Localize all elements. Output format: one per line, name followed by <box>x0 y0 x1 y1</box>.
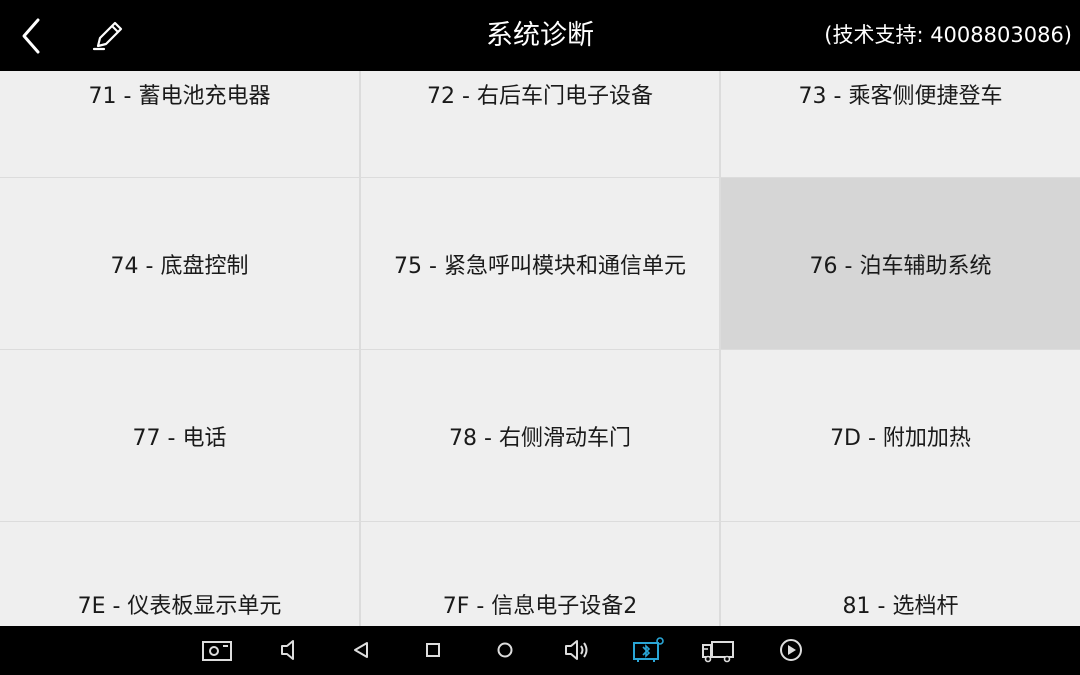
truck-icon[interactable] <box>700 634 736 666</box>
back-icon[interactable] <box>343 634 379 666</box>
system-grid: 71 - 蓄电池充电器 72 - 右后车门电子设备 73 - 乘客侧便捷登车 7… <box>0 71 1080 626</box>
recents-icon[interactable] <box>415 634 451 666</box>
system-item-75[interactable]: 75 - 紧急呼叫模块和通信单元 <box>361 178 719 349</box>
back-icon[interactable] <box>14 14 54 58</box>
edit-icon[interactable] <box>90 16 128 54</box>
home-icon[interactable] <box>487 634 523 666</box>
play-icon[interactable] <box>773 634 809 666</box>
system-item-76[interactable]: 76 - 泊车辅助系统 <box>721 178 1080 349</box>
system-item-7d[interactable]: 7D - 附加加热 <box>721 350 1080 521</box>
system-item-77[interactable]: 77 - 电话 <box>0 350 359 521</box>
volume-down-icon[interactable] <box>271 634 307 666</box>
tech-support-text: (技术支持: 4008803086) <box>824 23 1072 47</box>
system-item-7f[interactable]: 7F - 信息电子设备2 <box>361 522 719 626</box>
system-navigation-bar <box>0 626 1080 675</box>
system-item-71[interactable]: 71 - 蓄电池充电器 <box>0 71 359 177</box>
top-bar: 系统诊断 (技术支持: 4008803086) <box>0 0 1080 71</box>
system-item-78[interactable]: 78 - 右侧滑动车门 <box>361 350 719 521</box>
volume-up-icon[interactable] <box>558 634 594 666</box>
system-item-73[interactable]: 73 - 乘客侧便捷登车 <box>721 71 1080 177</box>
system-item-81[interactable]: 81 - 选档杆 <box>721 522 1080 626</box>
system-item-72[interactable]: 72 - 右后车门电子设备 <box>361 71 719 177</box>
screenshot-icon[interactable] <box>199 634 235 666</box>
vci-bluetooth-icon[interactable] <box>630 634 666 666</box>
system-item-74[interactable]: 74 - 底盘控制 <box>0 178 359 349</box>
system-item-7e[interactable]: 7E - 仪表板显示单元 <box>0 522 359 626</box>
